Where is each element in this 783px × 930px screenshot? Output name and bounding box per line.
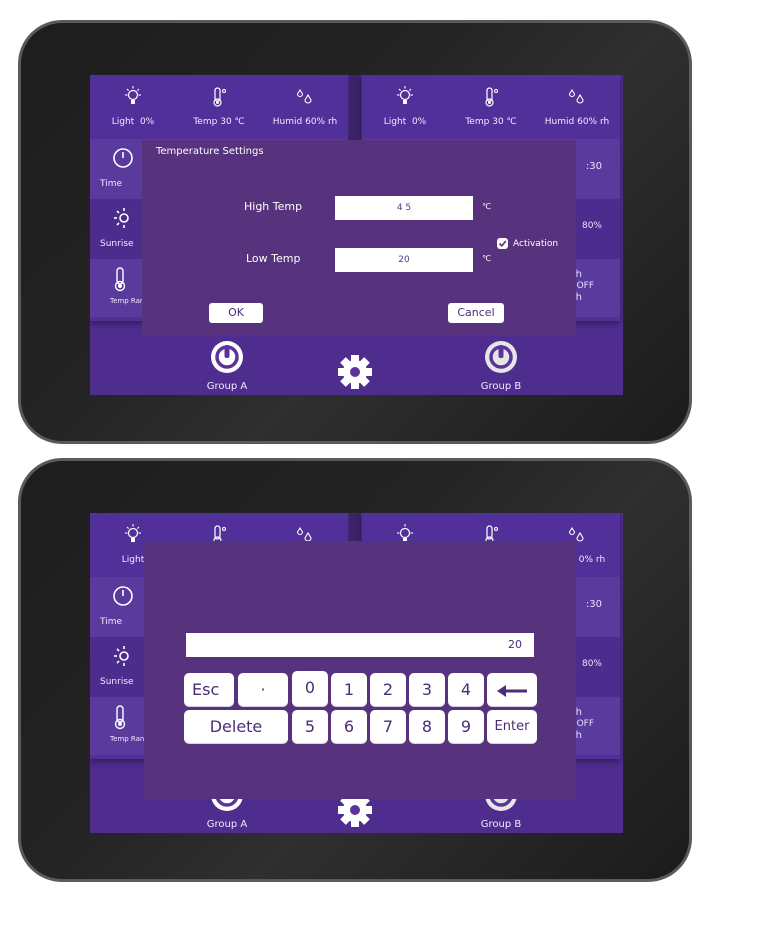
power-icon [483, 341, 519, 379]
key-6[interactable]: 6 [331, 710, 367, 743]
temp-status: Temp 30 ℃ [176, 75, 262, 139]
key-4[interactable]: 4 [448, 673, 484, 706]
key-0[interactable]: 0 [292, 671, 328, 706]
keypad-entry-field[interactable]: 20 [186, 633, 534, 657]
low-temp-input[interactable]: 20 [335, 248, 473, 272]
power-icon [209, 341, 245, 379]
status-row: Light 0% Temp 30 ℃ Humid 60% rh [90, 75, 348, 139]
time-label: Time [100, 179, 123, 189]
key-decimal-point[interactable]: · [238, 673, 288, 706]
sunrise-label: Sunrise [100, 239, 134, 249]
light-status: Light 0% [90, 75, 176, 139]
activation-checkbox[interactable]: Activation [497, 238, 558, 249]
time-value: :30 [585, 161, 602, 172]
key-enter[interactable]: Enter [487, 710, 537, 743]
key-1[interactable]: 1 [331, 673, 367, 706]
key-8[interactable]: 8 [409, 710, 445, 743]
light-status: Light 0% [362, 75, 448, 139]
sunrise-value-2: 80% [581, 659, 602, 669]
time-value: :30 [585, 599, 602, 610]
screen: Light Time Sunrise Temp Range 0% rh:30 … [90, 513, 623, 833]
bulb-icon [123, 523, 143, 547]
device-temperature-settings: Light 0% Temp 30 ℃ Humid 60% rh Time Sun… [18, 20, 692, 444]
high-temp-unit: ℃ [482, 202, 491, 211]
key-5[interactable]: 5 [292, 710, 328, 743]
key-9[interactable]: 9 [448, 710, 484, 743]
device-numeric-keypad: Light Time Sunrise Temp Range 0% rh:30 … [18, 458, 692, 882]
activation-label: Activation [513, 238, 559, 249]
temperature-settings-dialog: Temperature Settings High Temp 4 5 ℃ Act… [142, 140, 576, 336]
checkbox-checked-icon [497, 238, 508, 249]
humid-range-value-2: OFF [576, 281, 594, 291]
humid-status-label: 0% rh [578, 555, 606, 565]
numeric-keypad-dialog: 20 Esc · 0 1 2 3 4 Delete 5 6 7 8 9 Ente… [144, 541, 576, 799]
key-delete[interactable]: Delete [184, 710, 288, 743]
low-temp-label: Low Temp [246, 252, 301, 265]
screen: Light 0% Temp 30 ℃ Humid 60% rh Time Sun… [90, 75, 623, 395]
temp-status: Temp 30 ℃ [448, 75, 534, 139]
thermometer-icon [481, 85, 501, 109]
status-row: Light 0% Temp 30 ℃ Humid 60% rh [362, 75, 620, 139]
humid-status-label: Humid 60% rh [272, 117, 338, 127]
group-a-label: Group A [206, 381, 248, 392]
group-b-label: Group B [480, 381, 522, 392]
light-status-label: Light 0% [111, 117, 155, 127]
humid-range-value-2: OFF [576, 719, 594, 729]
key-backspace[interactable] [487, 673, 537, 706]
group-a-label: Group A [206, 819, 248, 830]
group-b-label: Group B [480, 819, 522, 830]
high-temp-input[interactable]: 4 5 [335, 196, 473, 220]
time-label: Time [100, 617, 123, 627]
humid-status-label: Humid 60% rh [544, 117, 610, 127]
temp-status-label: Temp 30 ℃ [465, 117, 517, 127]
droplets-icon [295, 85, 315, 109]
clock-icon [112, 147, 134, 173]
key-3[interactable]: 3 [409, 673, 445, 706]
sun-icon [112, 645, 134, 671]
sun-icon [112, 207, 134, 233]
sunrise-value-2: 80% [581, 221, 602, 231]
key-2[interactable]: 2 [370, 673, 406, 706]
low-temp-unit: ℃ [482, 254, 491, 263]
key-7[interactable]: 7 [370, 710, 406, 743]
gear-icon[interactable] [336, 353, 374, 395]
bulb-icon [395, 85, 415, 109]
clock-icon [112, 585, 134, 611]
light-status-label: Light [121, 555, 145, 565]
thermometer-icon [209, 85, 229, 109]
light-status-label: Light 0% [383, 117, 427, 127]
droplets-icon [567, 85, 587, 109]
power-icon [483, 779, 519, 817]
sunrise-label: Sunrise [100, 677, 134, 687]
group-b-power-button[interactable]: Group B [461, 339, 541, 392]
bulb-icon [123, 85, 143, 109]
arrow-left-icon [497, 680, 527, 699]
group-a-power-button[interactable]: Group A [187, 339, 267, 392]
thermometer-icon [112, 267, 128, 297]
humid-status: Humid 60% rh [262, 75, 348, 139]
temp-status-label: Temp 30 ℃ [193, 117, 245, 127]
thermometer-icon [112, 705, 128, 735]
humid-status: Humid 60% rh [534, 75, 620, 139]
high-temp-label: High Temp [244, 200, 303, 213]
power-icon [209, 779, 245, 817]
key-esc[interactable]: Esc [184, 673, 234, 706]
cancel-button[interactable]: Cancel [448, 303, 504, 323]
dialog-title: Temperature Settings [156, 146, 264, 157]
ok-button[interactable]: OK [209, 303, 263, 323]
